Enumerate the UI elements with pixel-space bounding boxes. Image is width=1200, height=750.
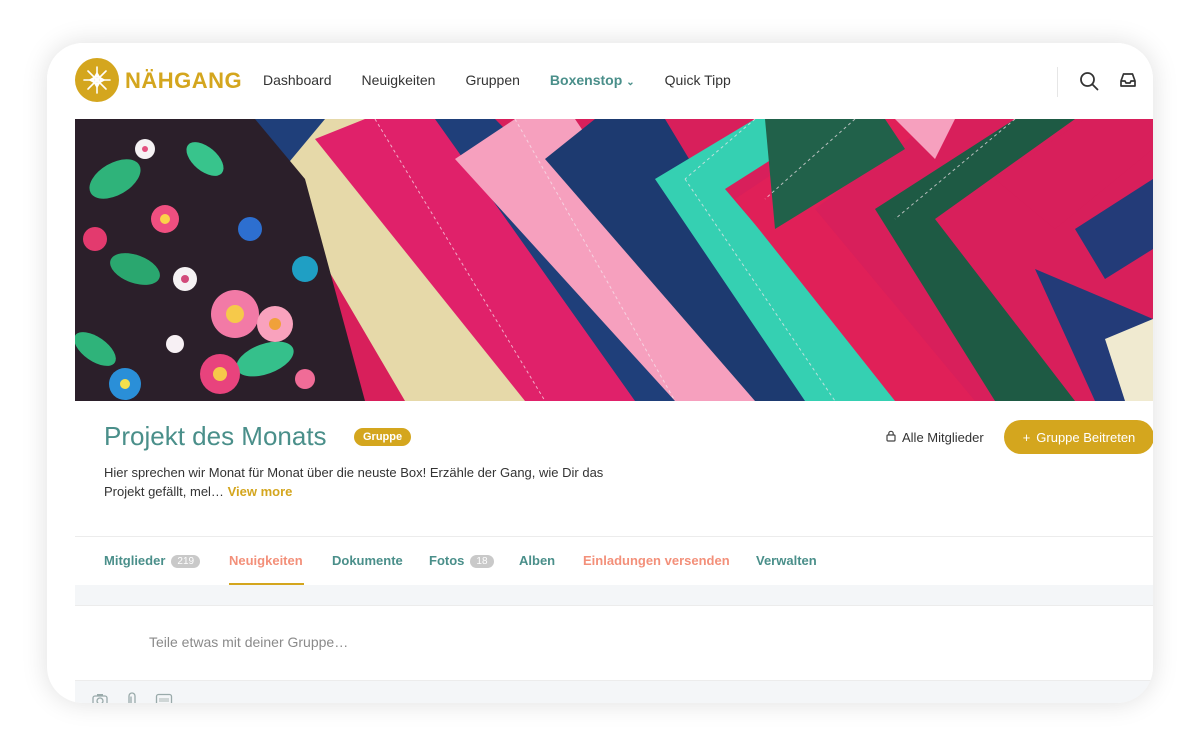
group-type-badge: Gruppe (354, 428, 412, 446)
all-members-link[interactable]: Alle Mitglieder (885, 430, 984, 445)
tab-mitglieder[interactable]: Mitglieder 219 (104, 553, 201, 568)
tab-fotos-label: Fotos (429, 553, 465, 568)
plus-icon: + (1022, 429, 1031, 445)
nav-divider (1057, 67, 1058, 97)
tab-verwalten[interactable]: Verwalten (756, 553, 817, 568)
view-more-link[interactable]: View more (228, 484, 293, 499)
group-tabs: Mitglieder 219 Neuigkeiten Dokumente Foto… (75, 536, 1153, 586)
top-navigation: NÄHGANG Dashboard Neuigkeiten Gruppen Bo… (47, 43, 1153, 119)
nav-dashboard[interactable]: Dashboard (263, 72, 332, 88)
search-icon[interactable] (1078, 70, 1100, 92)
nav-boxenstop-label: Boxenstop (549, 72, 623, 88)
main-nav: Dashboard Neuigkeiten Gruppen Boxenstop ⌄… (263, 72, 761, 88)
nav-gruppen[interactable]: Gruppen (465, 72, 519, 88)
group-title: Projekt des Monats (104, 421, 327, 451)
logo-icon[interactable] (75, 58, 119, 102)
chevron-down-icon: ⌄ (626, 77, 635, 88)
gif-icon[interactable] (155, 691, 173, 703)
camera-icon[interactable] (91, 691, 109, 703)
group-description-text: Hier sprechen wir Monat für Monat über d… (104, 465, 604, 499)
post-input[interactable]: Teile etwas mit deiner Gruppe… (149, 634, 348, 650)
tab-mitglieder-label: Mitglieder (104, 553, 166, 568)
tab-neuigkeiten[interactable]: Neuigkeiten (229, 553, 303, 568)
tab-fotos[interactable]: Fotos 18 (429, 553, 494, 568)
join-group-label: Gruppe Beitreten (1036, 429, 1136, 445)
inbox-icon[interactable] (1118, 70, 1140, 92)
tab-einladungen-versenden[interactable]: Einladungen versenden (583, 553, 730, 568)
members-count-badge: 219 (171, 555, 201, 568)
nav-neuigkeiten[interactable]: Neuigkeiten (362, 72, 436, 88)
attachment-icon[interactable] (123, 691, 141, 703)
cover-image (75, 119, 1153, 401)
brand-name[interactable]: NÄHGANG (125, 68, 242, 94)
join-group-button[interactable]: + Gruppe Beitreten (1004, 420, 1153, 454)
nav-boxenstop[interactable]: Boxenstop ⌄ (550, 72, 635, 88)
all-members-label: Alle Mitglieder (902, 430, 984, 445)
nav-quick-tipp[interactable]: Quick Tipp (665, 72, 731, 88)
app-window: NÄHGANG Dashboard Neuigkeiten Gruppen Bo… (47, 43, 1153, 703)
lock-icon (885, 430, 897, 445)
post-composer[interactable]: Teile etwas mit deiner Gruppe… (75, 605, 1153, 681)
tab-dokumente[interactable]: Dokumente (332, 553, 403, 568)
photos-count-badge: 18 (470, 555, 494, 568)
tab-alben[interactable]: Alben (519, 553, 555, 568)
composer-toolbar (91, 691, 173, 703)
group-description: Hier sprechen wir Monat für Monat über d… (104, 463, 624, 501)
